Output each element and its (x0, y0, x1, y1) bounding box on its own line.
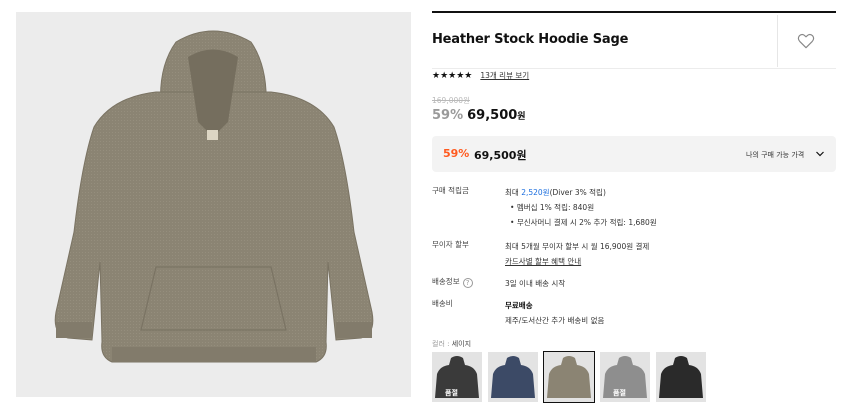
hoodie-thumb (547, 356, 591, 398)
currency-unit: 원 (517, 112, 526, 122)
points-label: 구매 적립금 (432, 186, 469, 195)
shipping-fee-label: 배송비 (432, 299, 453, 308)
color-swatch[interactable]: 품절 (432, 352, 482, 402)
sale-price-row: 59% 69,500 원 (432, 108, 526, 123)
color-swatches: 품절 품절 (432, 351, 706, 403)
hoodie-illustration (54, 30, 374, 363)
sold-out-badge: 품절 (445, 389, 458, 397)
best-discount: 59% (443, 147, 470, 160)
discount-rate: 59% (432, 108, 464, 123)
product-title: Heather Stock Hoodie Sage (432, 32, 629, 47)
sale-price: 69,500 (467, 108, 518, 123)
product-image (16, 12, 411, 397)
sold-out-badge: 품절 (613, 389, 626, 397)
color-swatch[interactable] (488, 352, 538, 402)
star-rating: ★★★★★ (432, 70, 473, 81)
points-max-suffix: (Diver 3% 적립) (549, 188, 606, 197)
title-divider (777, 15, 778, 67)
free-shipping: 무료배송 (505, 301, 533, 310)
color-option-label: 컬러 : 세이지 (432, 339, 471, 349)
original-price: 169,000원 (432, 96, 470, 105)
product-info: Heather Stock Hoodie Sage ★★★★★ 13개 리뷰 보… (432, 11, 836, 403)
chevron-down-icon (816, 151, 824, 157)
points-max-prefix: 최대 (505, 188, 522, 197)
help-icon[interactable]: ? (462, 278, 473, 288)
my-price-dropdown[interactable]: 59% 69,500원 나의 구매 가능 가격 (432, 136, 836, 172)
review-link[interactable]: 13개 리뷰 보기 (480, 70, 529, 81)
color-label: 컬러 : (432, 340, 452, 348)
shipping-info-text: 3일 이내 배송 시작 (505, 279, 566, 288)
points-max-amount: 2,520원 (521, 188, 550, 197)
color-swatch[interactable] (656, 352, 706, 402)
color-swatch[interactable]: 품절 (600, 352, 650, 402)
points-bullet: 무신사머니 결제 시 2% 추가 적립: 1,680원 (516, 218, 657, 227)
shipping-info-label: 배송정보 (432, 277, 460, 286)
hoodie-thumb (659, 356, 703, 398)
rating-row: ★★★★★ 13개 리뷰 보기 (432, 70, 529, 81)
color-value: 세이지 (451, 340, 472, 348)
wishlist-heart-icon[interactable] (796, 31, 816, 51)
installment-label: 무이자 할부 (432, 240, 469, 249)
best-price-label: 나의 구매 가능 가격 (746, 151, 805, 159)
hoodie-thumb (491, 356, 535, 398)
color-swatch-selected[interactable] (543, 351, 595, 403)
installment-text: 최대 5개월 무이자 할부 시 월 16,900원 결제 (505, 242, 650, 251)
title-row: Heather Stock Hoodie Sage (432, 13, 836, 69)
best-price: 69,500원 (474, 149, 527, 162)
installment-benefit-link[interactable]: 카드사별 할부 혜택 안내 (505, 254, 835, 269)
points-bullet: 멤버십 1% 적립: 840원 (516, 203, 595, 212)
shipping-fee-note: 제주/도서산간 추가 배송비 없음 (505, 316, 605, 325)
